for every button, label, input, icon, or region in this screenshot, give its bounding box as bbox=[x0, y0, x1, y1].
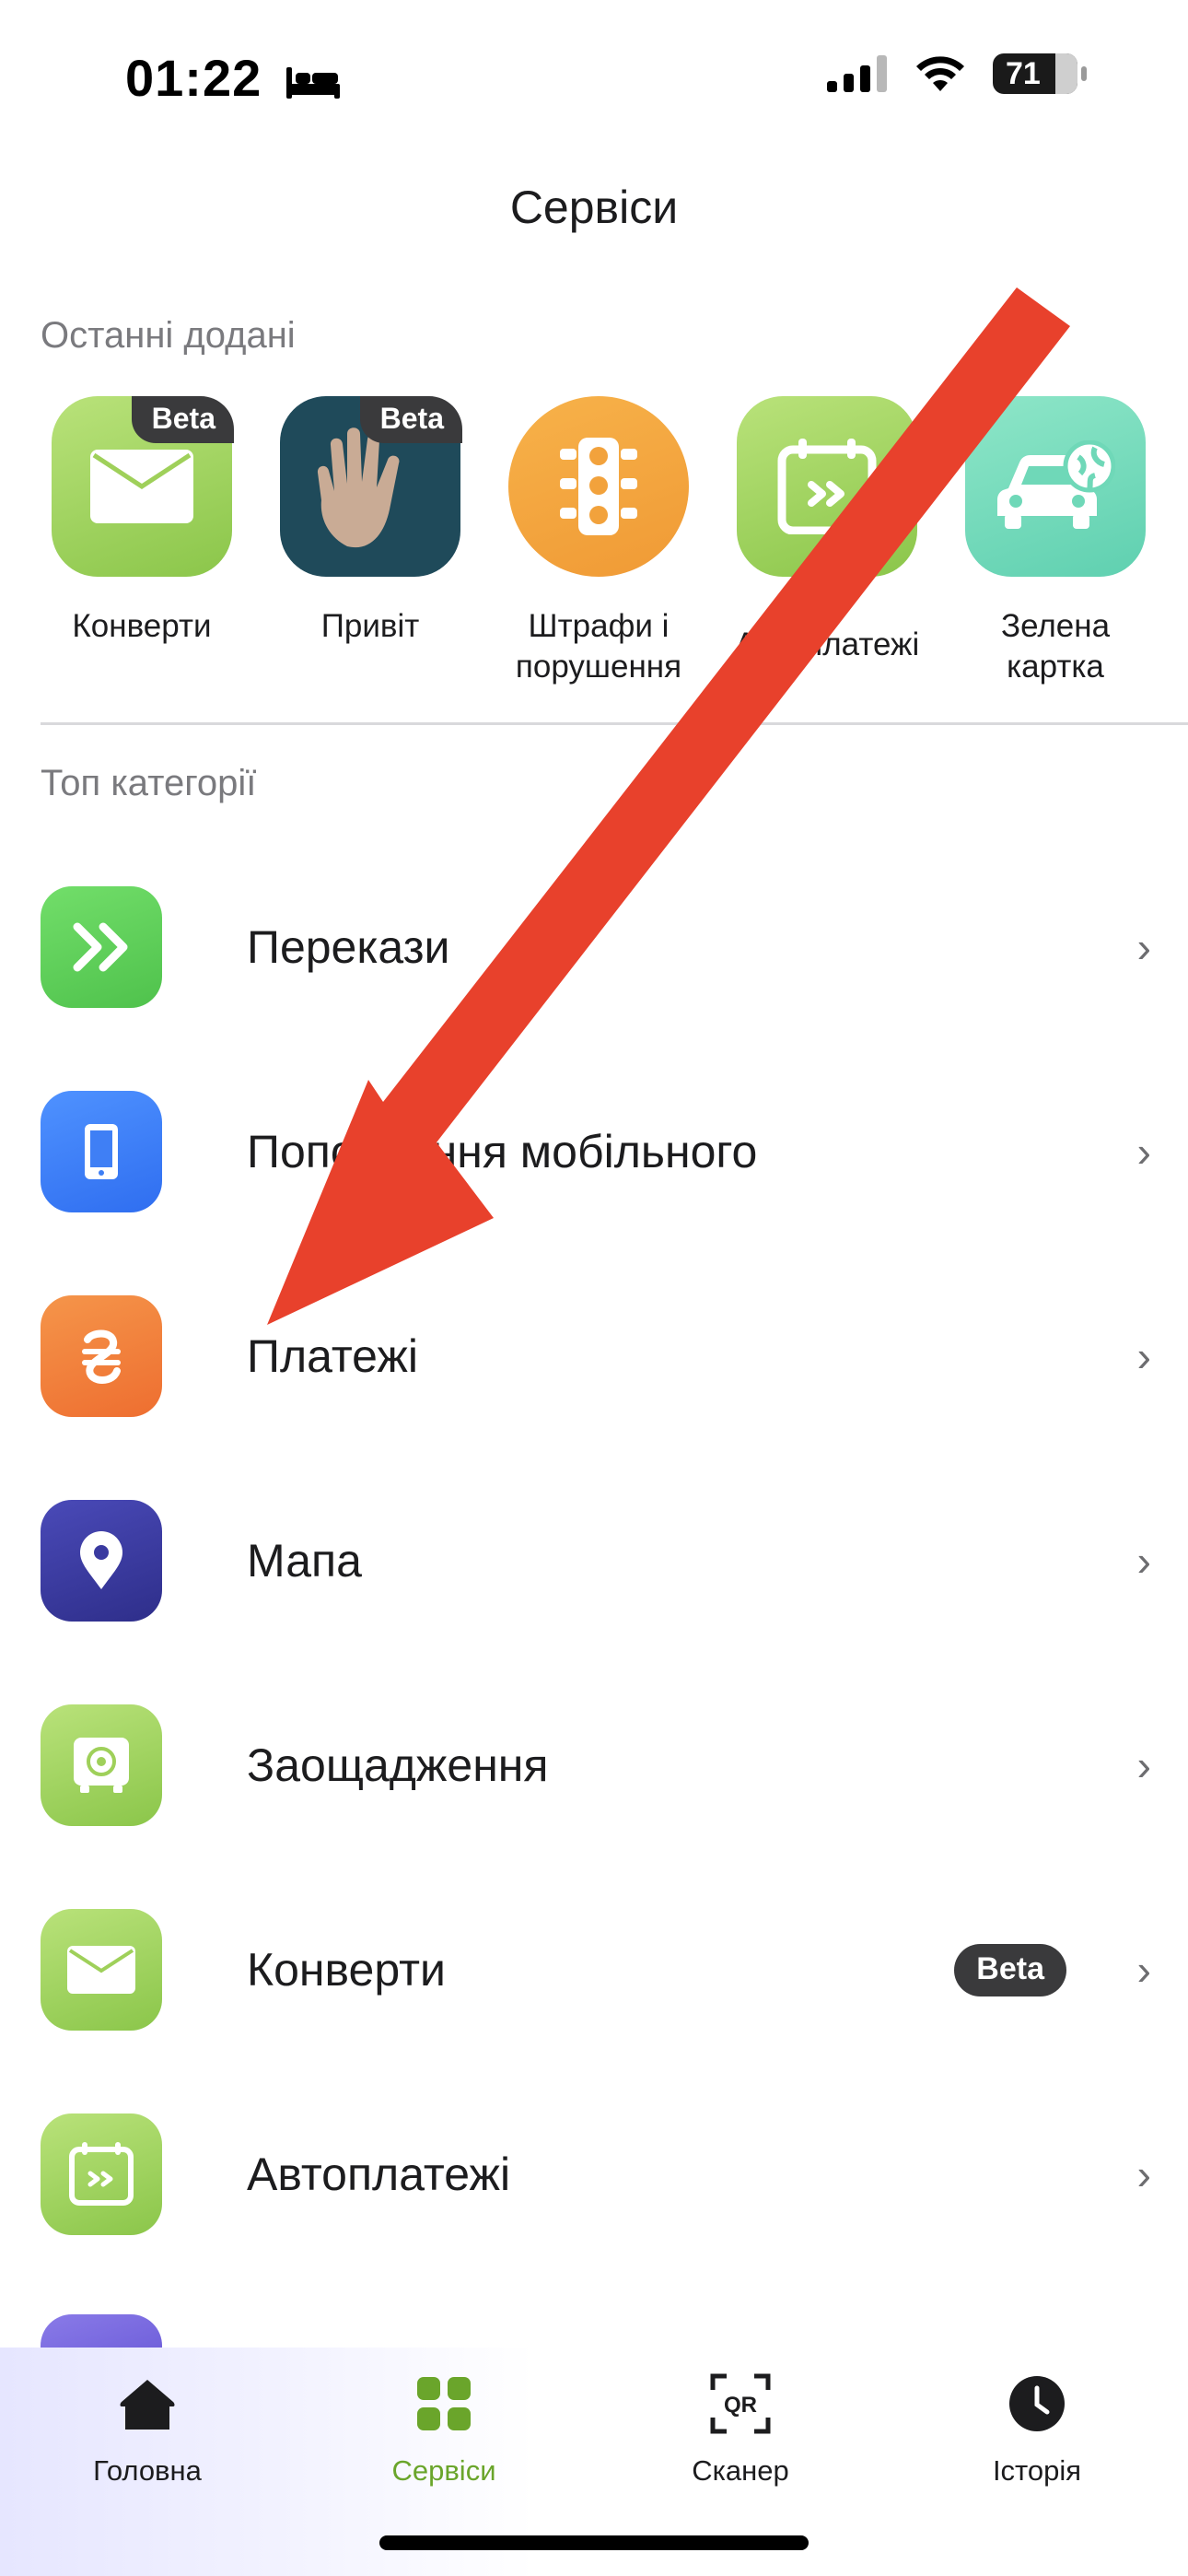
beta-badge: Beta bbox=[359, 396, 462, 443]
envelope-icon bbox=[90, 450, 193, 523]
tab-scanner[interactable]: QR Сканер bbox=[630, 2362, 851, 2488]
section-divider bbox=[41, 722, 1188, 725]
calendar-autopay-icon bbox=[777, 439, 877, 534]
recent-item-autopay[interactable]: Автоплатежі bbox=[735, 396, 919, 665]
envelope-icon bbox=[67, 1946, 135, 1994]
tab-home[interactable]: Головна bbox=[37, 2362, 258, 2488]
car-globe-icon bbox=[997, 440, 1115, 529]
beta-badge: Beta bbox=[131, 396, 234, 443]
map-pin-icon bbox=[80, 1531, 122, 1589]
signal-icon bbox=[827, 55, 887, 92]
recent-item-envelopes[interactable]: Beta Конверти bbox=[50, 396, 234, 647]
recent-section-label: Останні додані bbox=[41, 315, 296, 356]
clock-icon bbox=[1009, 2376, 1065, 2431]
category-label: Мапа bbox=[247, 1535, 362, 1587]
recent-item-label: Зелена картка bbox=[1000, 608, 1111, 685]
grid-icon bbox=[417, 2377, 471, 2430]
tab-history[interactable]: Історія bbox=[926, 2362, 1147, 2488]
recent-item-fines[interactable]: Штрафи і порушення bbox=[507, 396, 691, 687]
category-label: Конверти bbox=[247, 1944, 446, 1996]
qr-scan-icon: QR bbox=[710, 2373, 771, 2434]
wifi-icon bbox=[916, 56, 964, 91]
battery-icon: 71 bbox=[993, 53, 1087, 94]
recent-item-label: Автоплатежі bbox=[735, 626, 920, 662]
category-label: Заощадження bbox=[247, 1739, 549, 1791]
phone-icon bbox=[85, 1124, 118, 1179]
status-time: 01:22 bbox=[125, 48, 342, 108]
tab-label: Сервіси bbox=[391, 2454, 496, 2487]
hryvnia-icon bbox=[82, 1329, 121, 1385]
category-label: Поповнення мобільного bbox=[247, 1126, 758, 1177]
category-label: Перекази bbox=[247, 921, 450, 973]
tab-label: Головна bbox=[93, 2454, 202, 2487]
recent-item-green-card[interactable]: Зелена картка bbox=[963, 396, 1147, 687]
tab-services[interactable]: Сервіси bbox=[333, 2362, 554, 2488]
category-row-mobile-topup[interactable]: Поповнення мобільного › bbox=[41, 1087, 1151, 1216]
category-row-payments[interactable]: Платежі › bbox=[41, 1292, 1151, 1421]
qr-label: QR bbox=[724, 2393, 757, 2418]
tab-label: Сканер bbox=[692, 2454, 789, 2487]
category-label: Автоплатежі bbox=[247, 2149, 511, 2200]
chevron-right-icon: › bbox=[1136, 1332, 1151, 1380]
category-row-map[interactable]: Мапа › bbox=[41, 1496, 1151, 1625]
category-row-transfers[interactable]: Перекази › bbox=[41, 883, 1151, 1012]
tab-label: Історія bbox=[992, 2454, 1082, 2487]
double-chevron-icon bbox=[73, 922, 128, 972]
traffic-light-icon bbox=[560, 438, 637, 535]
chevron-right-icon: › bbox=[1136, 1128, 1151, 1176]
chevron-right-icon: › bbox=[1136, 1537, 1151, 1585]
home-indicator bbox=[379, 2535, 809, 2550]
chevron-right-icon: › bbox=[1136, 1946, 1151, 1994]
recent-item-label: Конверти bbox=[72, 608, 212, 644]
home-icon bbox=[120, 2380, 175, 2430]
category-row-envelopes[interactable]: Конверти Beta › bbox=[41, 1905, 1151, 2034]
calendar-autopay-icon bbox=[69, 2142, 134, 2206]
recent-item-hello[interactable]: Beta Привіт bbox=[278, 396, 462, 647]
top-categories-label: Топ категорії bbox=[41, 763, 257, 803]
bed-icon bbox=[285, 67, 340, 100]
category-row-autopay[interactable]: Автоплатежі › bbox=[41, 2110, 1151, 2239]
chevron-right-icon: › bbox=[1136, 2150, 1151, 2198]
category-row-savings[interactable]: Заощадження › bbox=[41, 1701, 1151, 1830]
category-label: Платежі bbox=[247, 1330, 418, 1382]
page-title: Сервіси bbox=[509, 181, 679, 233]
status-indicators: 71 bbox=[827, 53, 1087, 94]
chevron-right-icon: › bbox=[1136, 1741, 1151, 1789]
chevron-right-icon: › bbox=[1136, 923, 1151, 971]
recent-item-label: Штрафи і порушення bbox=[515, 608, 682, 685]
recent-item-label: Привіт bbox=[320, 608, 420, 644]
safe-icon bbox=[74, 1738, 129, 1793]
beta-badge: Beta bbox=[954, 1943, 1066, 1996]
